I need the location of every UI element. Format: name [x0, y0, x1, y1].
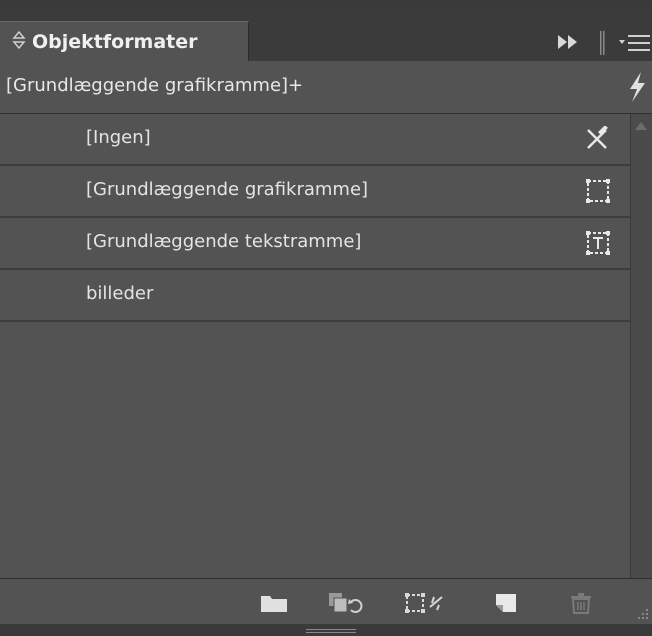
fast-forward-icon[interactable] [555, 33, 581, 51]
list-item-billeder[interactable]: billeder [0, 270, 630, 322]
list-item-label: [Grundlæggende tekstramme] [86, 231, 362, 252]
list-item-label: [Ingen] [86, 127, 151, 148]
panel-bottom-toolbar [0, 578, 652, 625]
delete-style-icon[interactable] [566, 591, 596, 615]
list-item-label: billeder [86, 283, 154, 304]
panel-title: Objektformater [32, 31, 198, 53]
none-style-icon [587, 126, 608, 149]
styles-list: [Ingen] [Grundlæggende grafikramme] [Gru… [0, 114, 630, 578]
clear-overrides-icon[interactable] [404, 591, 446, 615]
current-style-bar: [Grundlæggende grafikramme]+ [0, 61, 652, 114]
load-styles-icon[interactable] [325, 591, 363, 615]
panel-drag-grip-icon[interactable] [306, 628, 356, 634]
scroll-up-arrow-icon[interactable] [633, 120, 649, 132]
graphic-frame-icon [586, 179, 610, 203]
quick-apply-lightning-icon[interactable] [622, 70, 652, 104]
new-style-group-icon[interactable] [258, 591, 290, 615]
text-frame-icon [586, 231, 610, 255]
panel-tab-bar: Objektformater [0, 9, 652, 62]
resize-grip-icon[interactable] [634, 605, 650, 621]
expand-collapse-arrows-icon[interactable] [12, 30, 28, 53]
scrollbar[interactable] [630, 114, 652, 578]
separator-icon [600, 31, 605, 55]
list-item-grafikramme[interactable]: [Grundlæggende grafikramme] [0, 166, 630, 218]
tab-objektformater[interactable]: Objektformater [0, 21, 249, 62]
window-top-strip [0, 0, 652, 9]
list-item-tekstramme[interactable]: [Grundlæggende tekstramme] [0, 218, 630, 270]
new-style-icon[interactable] [491, 591, 521, 615]
panel-menu-icon[interactable] [618, 31, 652, 55]
list-item-none[interactable]: [Ingen] [0, 114, 630, 166]
current-style-label: [Grundlæggende grafikramme]+ [6, 75, 304, 96]
list-item-label: [Grundlæggende grafikramme] [86, 179, 369, 200]
